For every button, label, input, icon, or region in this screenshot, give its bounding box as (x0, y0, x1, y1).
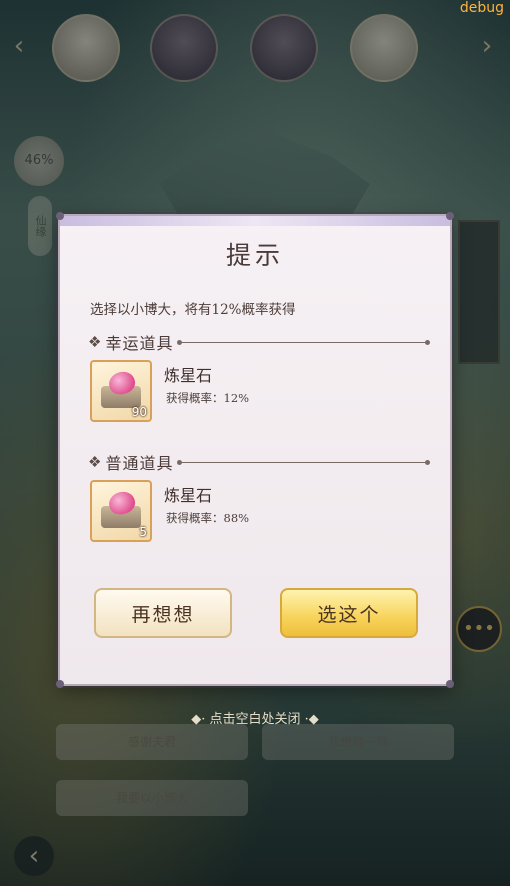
item-rate-label: 获得概率： (166, 511, 224, 525)
section-divider (177, 459, 430, 465)
item-rate-value: 88% (223, 511, 250, 525)
item-name: 炼星石 (164, 486, 213, 505)
item-rate: 获得概率：12% (166, 390, 249, 406)
item-count: 5 (139, 525, 147, 539)
item-icon-frame[interactable]: 90 (90, 360, 152, 422)
dialog-title: 提示 (225, 241, 284, 270)
diamond-icon: ·◆ (304, 712, 319, 727)
item-rate-label: 获得概率： (166, 391, 224, 405)
hint-dialog: 提示 选择以小博大，将有12%概率获得 ❖ 幸运道具 90 炼星石 获得概率：1… (56, 212, 454, 688)
confirm-button[interactable]: 选这个 (280, 588, 418, 638)
normal-item: 5 炼星石 获得概率：88% (90, 480, 390, 546)
section-divider (177, 339, 430, 345)
debug-label: debug (459, 0, 504, 16)
close-hint-text: 点击空白处关闭 (209, 712, 301, 727)
dialog-top-band (60, 216, 450, 226)
lucky-item: 90 炼星石 获得概率：12% (90, 360, 390, 426)
dialog-description: 选择以小博大，将有12%概率获得 (90, 302, 296, 318)
item-name: 炼星石 (164, 366, 213, 385)
item-icon-frame[interactable]: 5 (90, 480, 152, 542)
item-rate: 获得概率：88% (166, 510, 249, 526)
close-hint: ◆· 点击空白处关闭 ·◆ (0, 708, 510, 727)
section-label: 幸运道具 (105, 334, 174, 353)
corner-ornament (446, 680, 454, 688)
cancel-button[interactable]: 再想想 (94, 588, 232, 638)
lucky-section-header: ❖ 幸运道具 (88, 330, 430, 354)
corner-ornament (446, 212, 454, 220)
corner-ornament (56, 680, 64, 688)
diamond-icon: ❖ (88, 453, 102, 471)
corner-ornament (56, 212, 64, 220)
section-label: 普通道具 (105, 454, 174, 473)
normal-section-header: ❖ 普通道具 (88, 450, 430, 474)
item-count: 90 (131, 405, 147, 419)
diamond-icon: ◆· (191, 712, 206, 727)
item-rate-value: 12% (223, 391, 250, 405)
diamond-icon: ❖ (88, 333, 102, 351)
